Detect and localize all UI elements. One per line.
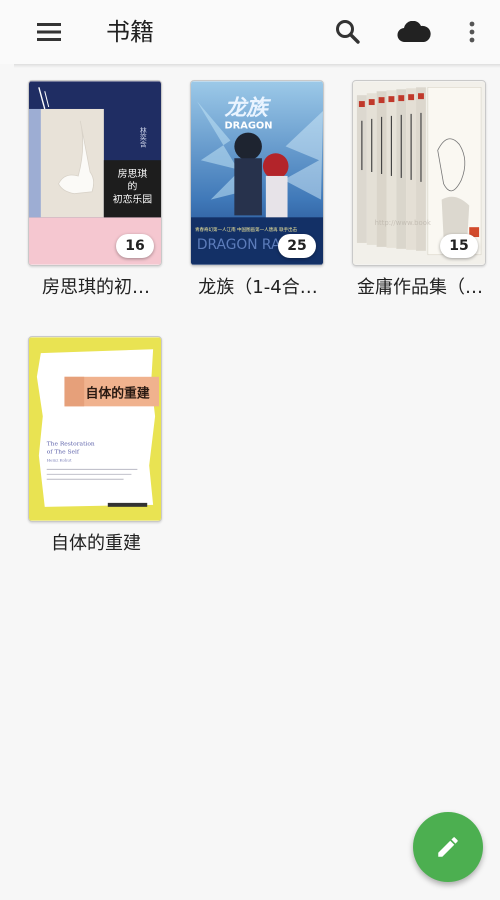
edit-fab-button[interactable] [413, 812, 483, 882]
svg-text:自体的重建: 自体的重建 [86, 385, 150, 401]
search-icon [336, 20, 360, 44]
edit-icon [438, 837, 458, 857]
svg-text:的: 的 [128, 180, 138, 193]
chapter-count-badge: 25 [278, 234, 316, 258]
svg-text:http://www.book: http://www.book [375, 219, 431, 227]
svg-text:青春奇幻第一人江南 中国图画第一人唐再 联手出击: 青春奇幻第一人江南 中国图画第一人唐再 联手出击 [195, 226, 298, 233]
menu-button[interactable] [26, 12, 72, 52]
svg-text:The Restoration: The Restoration [47, 442, 95, 448]
book-item[interactable]: http://www.book 15 金庸作品集（… [352, 80, 488, 304]
svg-text:林奕含: 林奕含 [138, 126, 146, 149]
book-title[interactable]: 自体的重建 [22, 532, 170, 556]
book-cover[interactable]: 自体的重建 The Restoration of The Self Heinz … [28, 336, 162, 522]
svg-text:Heinz Kohut: Heinz Kohut [47, 458, 72, 463]
svg-text:DRAGON: DRAGON [224, 121, 272, 132]
more-options-button[interactable] [454, 12, 490, 52]
more-vert-icon [469, 21, 475, 43]
book-title[interactable]: 房思琪的初… [22, 276, 170, 300]
book-item[interactable]: 龙族 DRAGON 青春奇幻第一人江南 中国图画第一人唐再 联手出击 DRAGO… [190, 80, 326, 304]
svg-text:DRAGON RA: DRAGON RA [197, 237, 281, 253]
cover-image: 自体的重建 The Restoration of The Self Heinz … [29, 337, 161, 521]
svg-text:初恋乐园: 初恋乐园 [113, 193, 153, 206]
menu-icon [37, 23, 61, 41]
chapter-count-badge: 16 [116, 234, 154, 258]
page-title: 书籍 [106, 18, 154, 46]
cloud-icon [397, 21, 431, 43]
search-button[interactable] [326, 10, 370, 54]
book-item[interactable]: 自体的重建 The Restoration of The Self Heinz … [28, 336, 164, 560]
svg-text:of The Self: of The Self [47, 450, 80, 456]
book-title[interactable]: 金庸作品集（… [346, 276, 494, 300]
chapter-count-badge: 15 [440, 234, 478, 258]
app-bar-shadow [14, 64, 500, 68]
app-bar: 书籍 [0, 0, 500, 64]
book-title[interactable]: 龙族（1-4合… [184, 276, 332, 300]
svg-text:房思琪: 房思琪 [118, 167, 148, 180]
cloud-sync-button[interactable] [392, 12, 436, 52]
svg-text:龙族: 龙族 [224, 96, 271, 121]
book-item[interactable]: 林奕含 房思琪 的 初恋乐园 16 房思琪的初… [28, 80, 164, 304]
